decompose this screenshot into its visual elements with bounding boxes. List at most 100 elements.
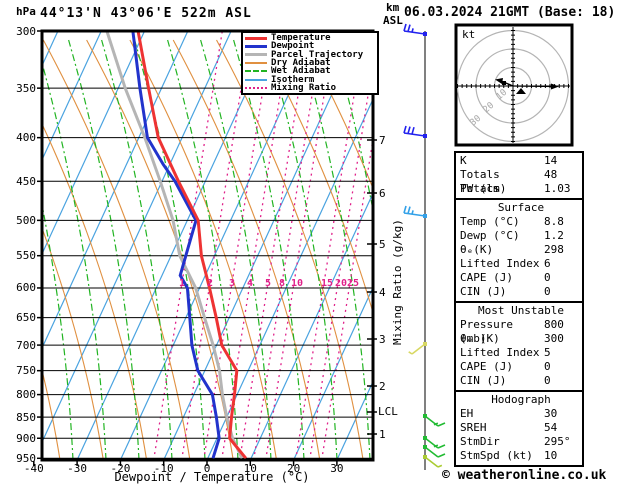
dry-adiabat-line <box>172 39 321 460</box>
mixing-ratio-value-label: 4 <box>247 278 253 289</box>
mixing-ratio-value-label: 2 <box>207 278 213 289</box>
altitude-tick-label: 2 <box>379 379 386 393</box>
altitude-tick-label: 3 <box>379 332 386 346</box>
stats-row: SREH 54 <box>460 421 582 435</box>
wet-adiabat-line <box>266 39 338 460</box>
stats-label: StmDir <box>460 435 500 448</box>
date-title: 06.03.2024 21GMT (Base: 18) <box>404 5 616 20</box>
stats-label: CAPE (J) <box>460 360 513 373</box>
stats-label: K <box>460 154 467 167</box>
pressure-tick-label: 350 <box>16 81 36 95</box>
wet-adiabat-line <box>134 39 206 460</box>
wind-barb <box>403 23 427 36</box>
chart-legend: Temperature Dewpoint Parcel Trajectory Dry … <box>241 31 379 96</box>
stats-value: 14 <box>544 154 558 167</box>
stats-label: CAPE (J) <box>460 271 513 284</box>
stats-row: Temp (°C) 8.8 <box>460 215 582 229</box>
legend-swatch <box>245 70 267 73</box>
mixing-ratio-value-label: 10 <box>291 278 303 289</box>
stats-table: Hodograph EH 30 SREH 54 StmDir 295° StmSpd (kt)… <box>454 390 584 467</box>
altitude-axis-unit-km: km <box>386 1 400 14</box>
stats-row: CIN (J) 0 <box>460 374 582 388</box>
stats-table-title: Surface <box>497 201 545 214</box>
pressure-tick-label: 450 <box>16 174 36 188</box>
stats-value: 295° <box>544 435 571 448</box>
mixing-ratio-value-label: 8 <box>279 278 285 289</box>
stats-table: K 14 Totals Totals 48 PW (cm) 1.03 <box>454 151 584 200</box>
stats-value: 800 <box>544 318 564 331</box>
stats-label: SREH <box>460 421 487 434</box>
pressure-axis-unit: hPa <box>16 5 36 18</box>
stats-label: Pressure (mb) <box>460 318 513 345</box>
pressure-tick-label: 700 <box>16 338 36 352</box>
stats-label: Lifted Index <box>460 257 540 270</box>
pressure-tick-label: 800 <box>16 388 36 402</box>
stats-row: K 14 <box>460 154 582 168</box>
dry-adiabat-line <box>302 39 373 190</box>
stats-label: CIN (J) <box>460 374 507 387</box>
legend-swatch <box>245 53 267 57</box>
legend-item: Mixing Ratio <box>245 82 377 93</box>
stats-table: Most Unstable Pressure (mb) 800 θₑ (K) 300 Li… <box>454 301 584 392</box>
stats-value: 0 <box>544 374 551 387</box>
legend-swatch <box>245 44 267 48</box>
stats-row: PW (cm) 1.03 <box>460 182 582 196</box>
wind-barb <box>423 414 446 427</box>
altitude-tick-label: 7 <box>379 133 386 147</box>
legend-swatch <box>245 78 267 81</box>
stats-value: 6 <box>544 257 551 270</box>
mixing-ratio-axis-label: Mixing Ratio (g/kg) <box>391 219 404 345</box>
pressure-tick-label: 600 <box>16 281 36 295</box>
mixing-ratio-value-label: 1 <box>179 278 185 289</box>
stats-value: 5 <box>544 346 551 359</box>
wet-adiabat-line <box>68 39 140 460</box>
hodograph-origin-marker <box>502 81 506 85</box>
stats-panel: K 14 Totals Totals 48 PW (cm) 1.03 Surface Temp… <box>454 151 584 467</box>
wet-adiabat-line <box>42 60 107 460</box>
stats-label: Dewp (°C) <box>460 229 520 242</box>
stats-value: 0 <box>544 360 551 373</box>
stats-table: Surface Temp (°C) 8.8 Dewp (°C) 1.2 θₑ(K) 298 L… <box>454 198 584 303</box>
altitude-tick-label: 6 <box>379 186 386 200</box>
pressure-tick-label: 500 <box>16 213 36 227</box>
stats-row: Lifted Index 5 <box>460 346 582 360</box>
lcl-label: LCL <box>378 405 398 418</box>
stats-label: θₑ(K) <box>460 243 494 256</box>
stats-table-title: Hodograph <box>491 393 551 406</box>
stats-value: 48 <box>544 168 558 181</box>
pressure-tick-label: 850 <box>16 410 36 424</box>
stats-value: 0 <box>544 271 551 284</box>
mixing-ratio-value-label: 3 <box>229 278 235 289</box>
stats-label: CIN (J) <box>460 285 507 298</box>
sounding-page: 1 2 3 4 5 8 10 15 20 25 10 20 30 kt hPa 44°13'N 43°06… <box>0 0 629 486</box>
legend-label: Mixing Ratio <box>271 82 337 93</box>
pressure-tick-label: 400 <box>16 131 36 145</box>
altitude-tick-label: 1 <box>379 427 386 441</box>
mixing-ratio-line <box>239 31 309 460</box>
legend-swatch <box>245 86 267 89</box>
wind-barb <box>408 342 427 355</box>
hodograph-unit-label: kt <box>462 28 475 41</box>
stats-value: 0 <box>544 285 551 298</box>
stats-label: Temp (°C) <box>460 215 520 228</box>
stats-row: CAPE (J) 0 <box>460 360 582 374</box>
mixing-ratio-value-label: 15 <box>321 278 333 289</box>
mixing-ratio-line <box>309 60 373 460</box>
credit-footer: © weatheronline.co.uk <box>442 468 607 483</box>
pressure-tick-label: 900 <box>16 431 36 445</box>
stats-label: PW (cm) <box>460 182 507 195</box>
stats-row: θₑ (K) 300 <box>460 332 582 346</box>
stats-row: Pressure (mb) 800 <box>460 318 582 345</box>
temperature-axis-title: Dewpoint / Temperature (°C) <box>114 470 310 484</box>
stats-value: 1.2 <box>544 229 564 242</box>
page-title: 44°13'N 43°06'E 522m ASL <box>40 6 252 21</box>
stats-label: Lifted Index <box>460 346 540 359</box>
stats-value: 10 <box>544 449 558 462</box>
wind-barb <box>403 125 427 138</box>
legend-swatch <box>245 62 267 65</box>
stats-value: 30 <box>544 407 558 420</box>
temperature-tick-label: -40 <box>23 462 44 475</box>
stats-value: 298 <box>544 243 564 256</box>
stats-row: Totals Totals 48 <box>460 168 582 195</box>
isotherm-line <box>206 97 373 460</box>
